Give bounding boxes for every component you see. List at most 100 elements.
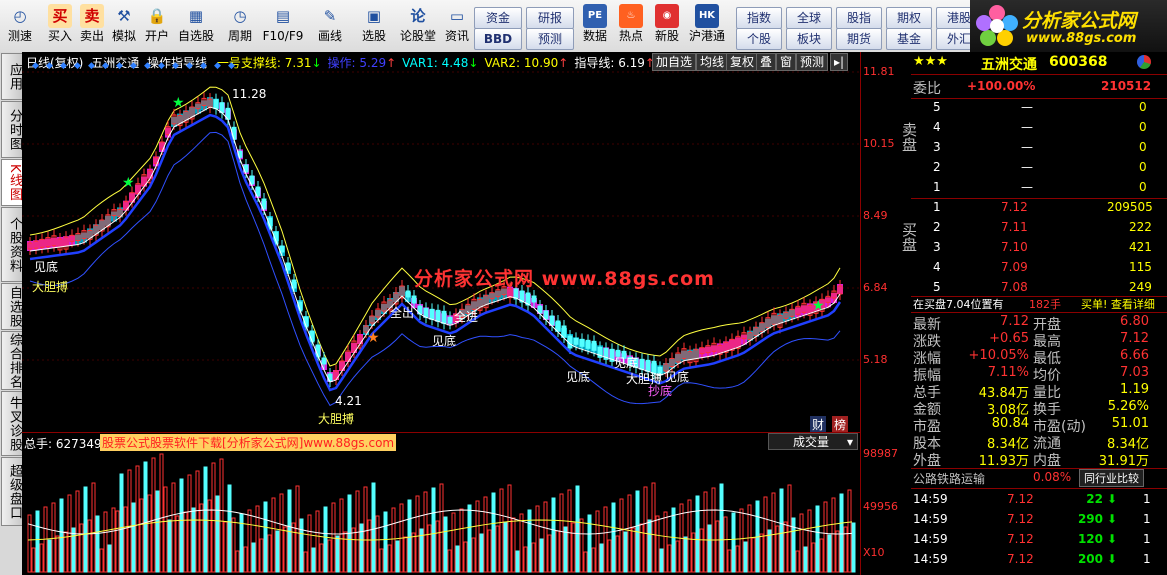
volume-bar (363, 486, 368, 573)
toolbar-mid-button-0[interactable]: 资金 (474, 7, 522, 29)
stat-value-8-b: 31.91万 (1098, 454, 1149, 469)
volume-bar (503, 521, 508, 573)
stat-value-6-a: 80.84 (991, 416, 1029, 431)
kline-chart-area[interactable]: 日线(复权) 五洲交通 操作指导线 一号支撑线: 7.31↓ 操作: 5.29↑ V… (22, 52, 860, 575)
volume-bar (619, 498, 624, 573)
candlestick-chart[interactable]: ★ ★ ★ ★ ◆ ◆ ◆ ◆ ◆ ◆ ◆ ◆ ◆ ◆ ◆ ◆ ◆ ◆ ◆ (22, 52, 860, 575)
toolbar-right_top-button-3[interactable]: 期权 (886, 7, 932, 29)
volume-bar (683, 536, 688, 573)
pie-icon[interactable] (1137, 55, 1151, 69)
volume-bar (383, 511, 388, 573)
toolbar-right_top-button-0[interactable]: 指数 (736, 7, 782, 29)
buy-volume-0: 209505 (1107, 200, 1153, 214)
left-tab-1[interactable]: 分时图 (1, 101, 23, 158)
toolbar-mid-button-2[interactable]: BBD (474, 28, 522, 50)
toolbar-right_bottom-button-3[interactable]: 基金 (886, 28, 932, 50)
volume-bar (459, 508, 464, 573)
toolbar-right_bottom-button-0[interactable]: 个股 (736, 28, 782, 50)
toolbar-right_bottom-button-1[interactable]: 板块 (786, 28, 832, 50)
volume-bar (175, 515, 180, 573)
diamond-marker-icon: ◆ (200, 61, 207, 71)
buy-price-0: 7.12 (1001, 200, 1028, 214)
volume-bar (559, 493, 564, 573)
toolbar-hotspot-button[interactable]: ♨ 热点 (614, 2, 648, 50)
toolbar-hk-connect-button[interactable]: HK 沪港通 (686, 2, 728, 50)
toolbar-right_bottom-button-2[interactable]: 期货 (836, 28, 882, 50)
left-tab-2[interactable]: K线图 (1, 159, 23, 206)
toolbar-open-account-button[interactable]: 🔒 开户 (140, 2, 174, 50)
volume-bar (439, 483, 444, 573)
left-tab-4[interactable]: 自选股 (1, 283, 23, 330)
volume-bar (107, 544, 112, 573)
toolbar-buy-button[interactable]: 买买入 (44, 2, 76, 50)
toolbar-data-button[interactable]: PE 数据 (578, 2, 612, 50)
volume-bar (155, 490, 160, 573)
divider (911, 198, 1167, 199)
volume-bar (427, 524, 432, 573)
ranking-badge[interactable]: 榜 (832, 416, 849, 433)
volume-indicator-select[interactable]: 成交量 ▾ (768, 433, 858, 450)
sell-price-3: — (1021, 160, 1033, 174)
left-tab-7[interactable]: 超级盘口 (1, 457, 23, 526)
diamond-marker-icon: ◆ (60, 61, 67, 71)
toolbar-period-button[interactable]: ◷ 周期 (220, 2, 260, 50)
volume-bar (267, 534, 272, 573)
toolbar-new-stock-button[interactable]: ◉ 新股 (650, 2, 684, 50)
volume-bar (311, 547, 316, 573)
toolbar-pick-stock-button[interactable]: ▣ 选股 (354, 2, 394, 50)
tick-price-2: 7.12 (1007, 532, 1034, 546)
volume-bar (847, 489, 852, 573)
stat-label-8-b: 内盘 (1033, 453, 1061, 469)
toolbar-mid-button-3[interactable]: 预测 (526, 28, 574, 50)
toolbar-forum-button[interactable]: 论论股堂 (398, 2, 438, 50)
volume-bar (455, 545, 460, 573)
news-icon: ▭ (449, 7, 465, 25)
weibi-value: +100.00% (967, 79, 1036, 93)
volume-bar (167, 519, 172, 573)
weibi-label: 委比 (913, 81, 941, 97)
toolbar-news-button[interactable]: ▭ 资讯 (442, 2, 472, 50)
volume-bar (475, 500, 480, 573)
volume-bar (195, 470, 200, 573)
stat-value-5-b: 5.26% (1107, 399, 1149, 414)
tick-time-0: 14:59 (913, 492, 948, 506)
stat-value-3-a: 7.11% (987, 365, 1029, 380)
toolbar-watchlist-button[interactable]: ▦ 自选股 (176, 2, 216, 50)
toolbar-draw-button[interactable]: ✎ 画线 (310, 2, 350, 50)
left-tab-0[interactable]: 应用 (1, 53, 23, 100)
volume-bar (631, 527, 636, 573)
volume-bar (639, 523, 644, 573)
volume-select-label: 成交量 (793, 435, 830, 449)
volume-bar (211, 462, 216, 573)
sell-all-label: 全出 (390, 306, 415, 320)
sell-side-label: 卖盘 (900, 122, 929, 152)
volume-bar (223, 521, 228, 573)
toolbar-right_top-button-1[interactable]: 全球 (786, 7, 832, 29)
left-tab-6[interactable]: 牛叉诊股 (1, 391, 23, 456)
industry-compare-button[interactable]: 同行业比较 (1079, 469, 1144, 487)
toolbar-simulate-label: 模拟 (111, 29, 136, 43)
pick-stock-icon: ▣ (366, 7, 382, 25)
toolbar-f10-button[interactable]: ▤ F10/F9 (260, 2, 306, 50)
toolbar-simulate-button[interactable]: ⚒ 模拟 (108, 2, 140, 50)
tick-price-3: 7.12 (1007, 552, 1034, 566)
toolbar-speedtest-button[interactable]: ◴ 测速 (0, 2, 40, 50)
industry-name[interactable]: 公路铁路运输 (913, 470, 985, 487)
stat-value-1-a: +0.65 (989, 331, 1029, 346)
toolbar-mid-button-1[interactable]: 研报 (526, 7, 574, 29)
toolbar-right_top-button-2[interactable]: 股指 (836, 7, 882, 29)
buy-info-link[interactable]: 买单! 查看详细 (1081, 296, 1155, 312)
simulate-icon: ⚒ (117, 7, 131, 25)
left-tab-5[interactable]: 综合排名 (1, 331, 23, 390)
buy-price-3: 7.09 (1001, 260, 1028, 274)
toolbar-sell-button[interactable]: 卖卖出 (76, 2, 108, 50)
ad-banner[interactable]: 股票公式股票软件下载[分析家公式网]www.88gs.com (100, 434, 397, 451)
left-tab-3[interactable]: 个股资料 (1, 207, 23, 282)
volume-bar (299, 518, 304, 573)
tick-count-2: 1 (1143, 532, 1151, 546)
volume-bar (555, 530, 560, 573)
volume-bar (835, 530, 840, 573)
toolbar-pick-stock-label: 选股 (361, 29, 386, 43)
finance-badge[interactable]: 财 (810, 416, 827, 433)
volume-bar (719, 483, 724, 573)
